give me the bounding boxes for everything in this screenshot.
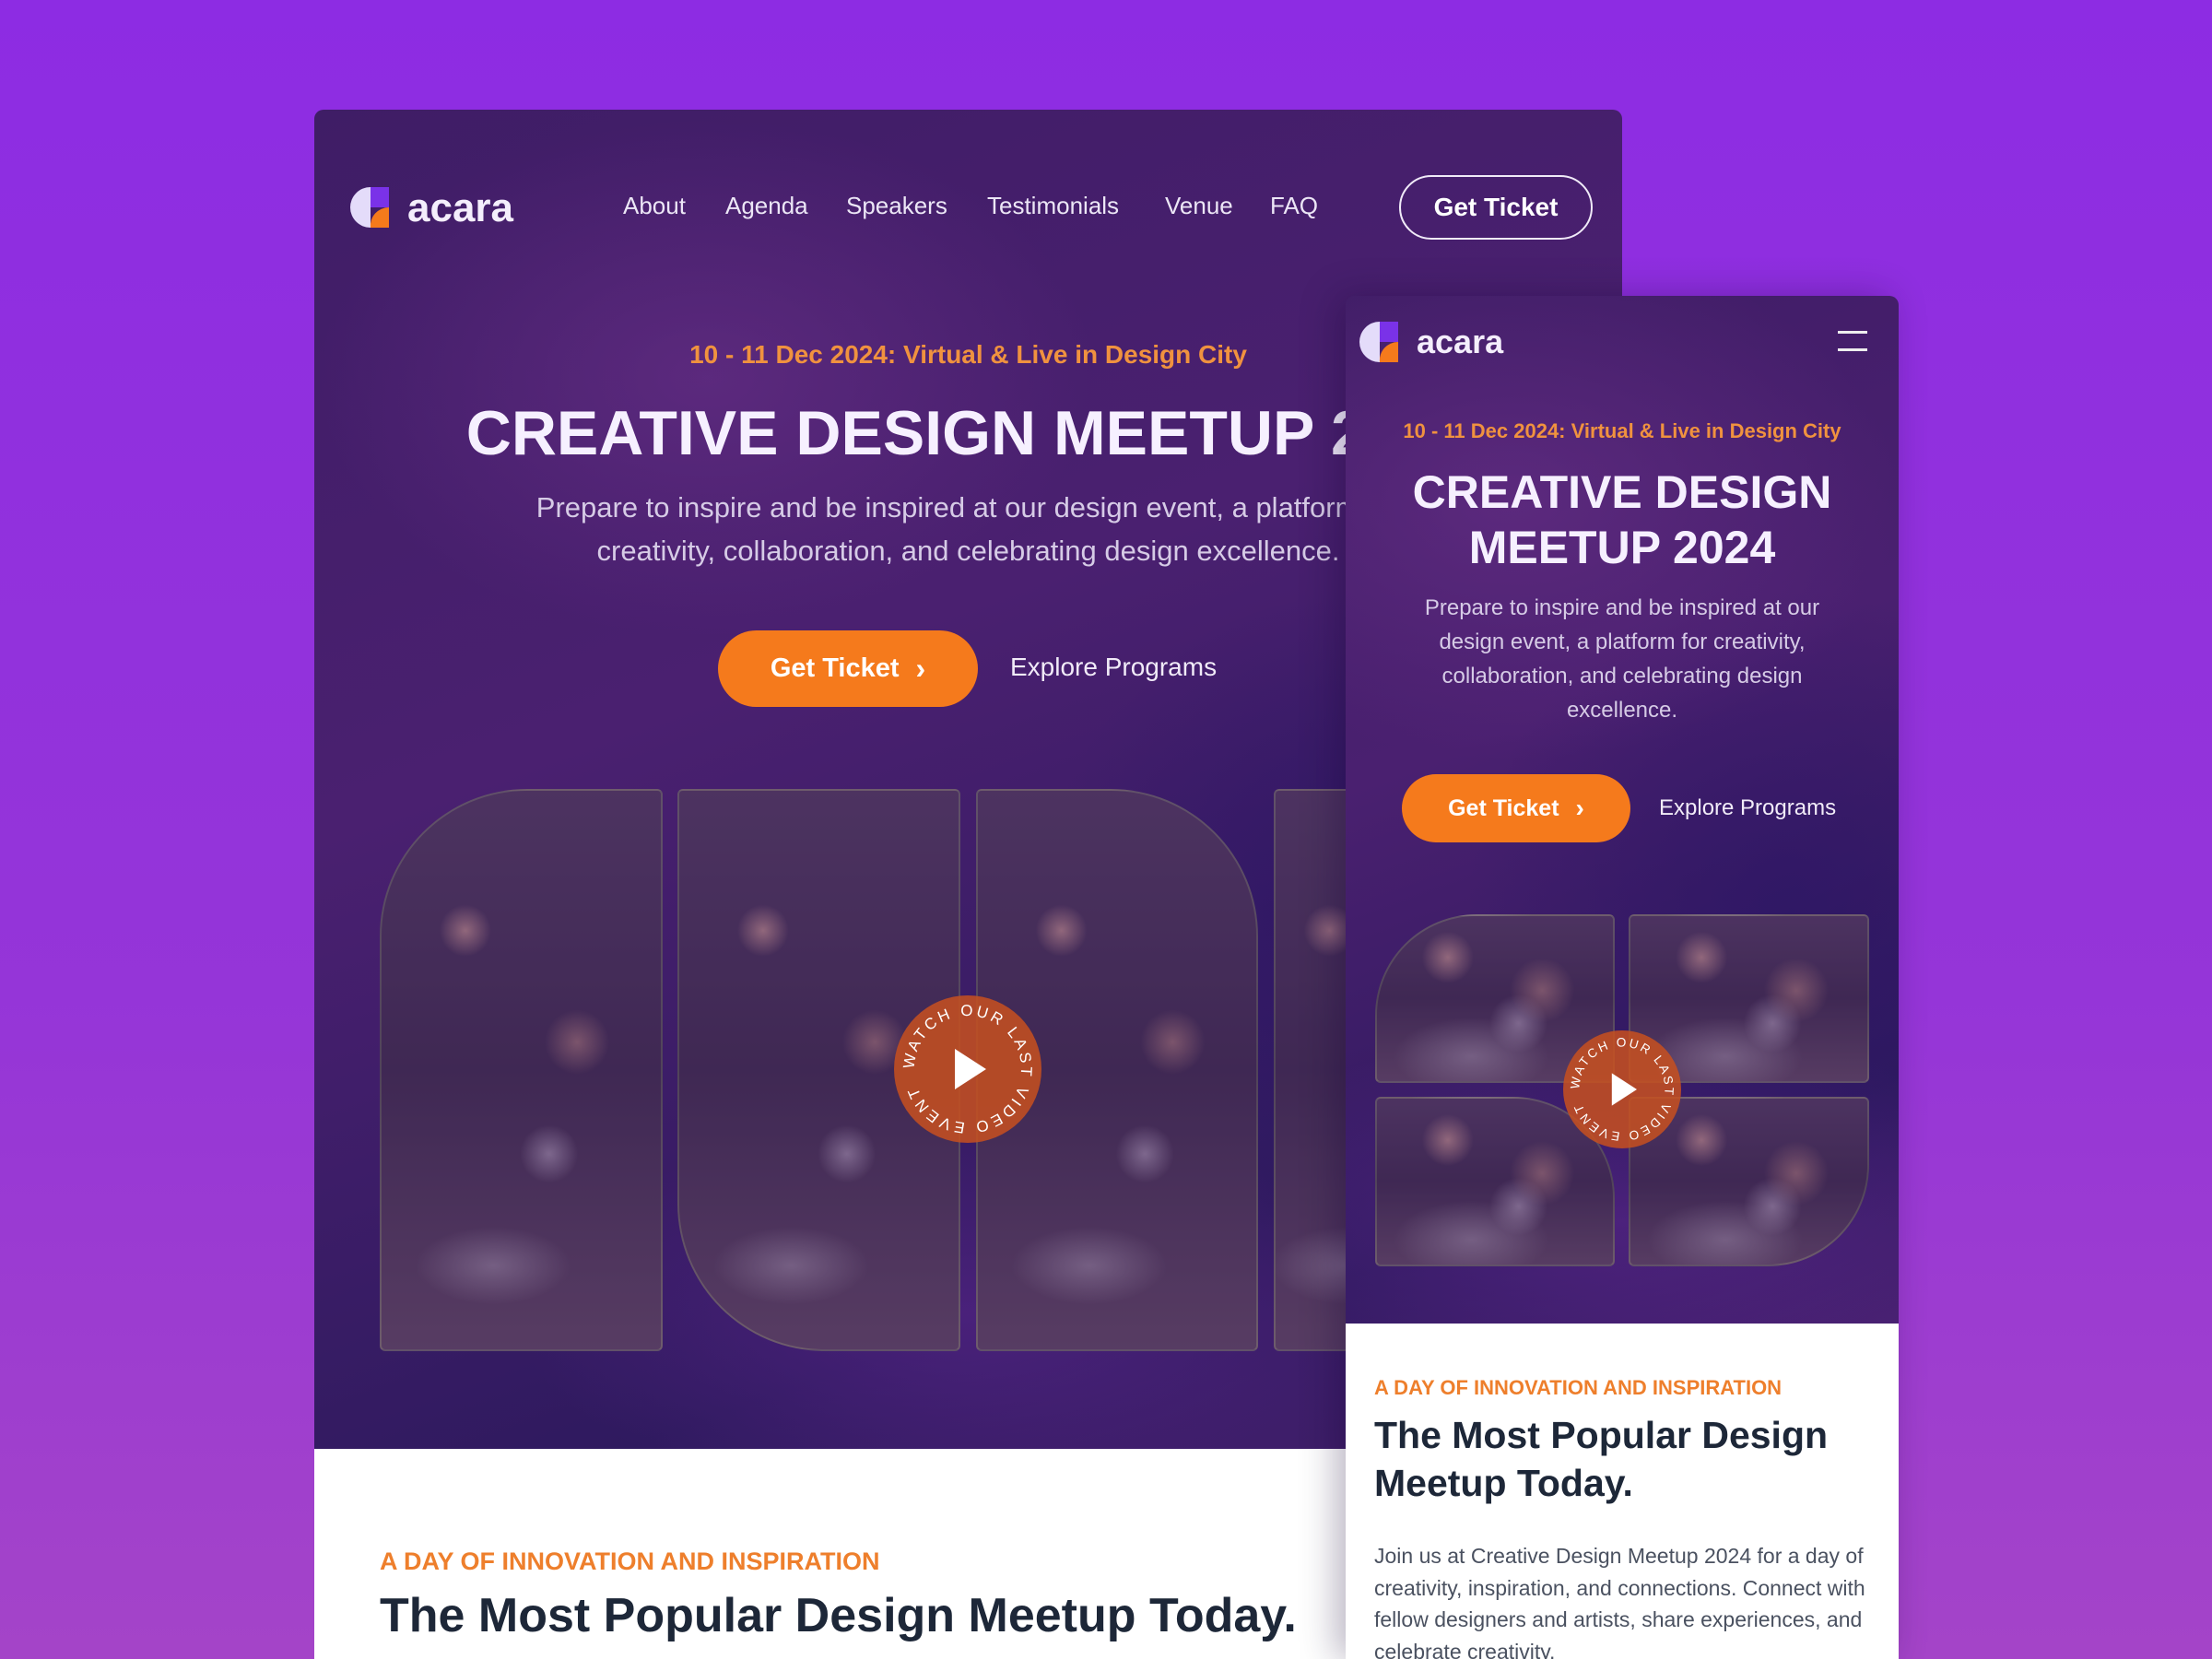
watch-video-badge[interactable]: WATCH OUR LAST VIDEO EVENT [894, 995, 1041, 1143]
get-ticket-label: Get Ticket [1448, 794, 1559, 821]
mobile-preview: acara 10 - 11 Dec 2024: Virtual & Live i… [1346, 296, 1899, 1659]
nav-about[interactable]: About [623, 192, 686, 220]
acara-logo-icon [1359, 322, 1398, 362]
mobile-section-paragraph: Join us at Creative Design Meetup 2024 f… [1374, 1544, 1865, 1659]
hamburger-menu-icon[interactable] [1838, 331, 1867, 351]
mobile-brand-name[interactable]: acara [1417, 323, 1503, 361]
section-heading: The Most Popular Design Meetup Today. [380, 1589, 1297, 1642]
mobile-event-date: 10 - 11 Dec 2024: Virtual & Live in Desi… [1403, 419, 1841, 442]
mobile-hero-title-line-2: MEETUP 2024 [1468, 522, 1776, 573]
nav-agenda[interactable]: Agenda [725, 192, 808, 220]
play-icon [1611, 1073, 1637, 1106]
mobile-get-ticket-button[interactable]: Get Ticket › [1402, 774, 1630, 842]
mobile-watch-video-badge[interactable]: WATCH OUR LAST VIDEO EVENT [1563, 1030, 1681, 1148]
mobile-hero-title-line-1: CREATIVE DESIGN [1412, 466, 1832, 518]
acara-logo-icon [350, 187, 389, 228]
chevron-right-icon: › [1575, 794, 1584, 822]
hero-get-ticket-button[interactable]: Get Ticket › [718, 630, 978, 707]
nav-testimonials[interactable]: Testimonials [987, 192, 1119, 220]
nav-faq[interactable]: FAQ [1270, 192, 1318, 220]
explore-programs-link[interactable]: Explore Programs [1010, 653, 1217, 682]
header-get-ticket-button[interactable]: Get Ticket [1399, 175, 1593, 240]
mobile-hero-description: Prepare to inspire and be inspired at ou… [1424, 595, 1820, 723]
nav-venue[interactable]: Venue [1165, 192, 1233, 220]
chevron-right-icon: › [915, 652, 926, 685]
nav-speakers[interactable]: Speakers [846, 192, 947, 220]
section-eyebrow: A DAY OF INNOVATION AND INSPIRATION [380, 1547, 880, 1575]
play-icon [955, 1049, 986, 1089]
mobile-section-eyebrow: A DAY OF INNOVATION AND INSPIRATION [1374, 1376, 1783, 1399]
mobile-explore-programs-link[interactable]: Explore Programs [1659, 795, 1836, 821]
event-photo-1 [380, 789, 663, 1351]
get-ticket-label: Get Ticket [770, 653, 900, 683]
brand-name[interactable]: acara [407, 185, 513, 231]
mobile-section-heading: The Most Popular Design Meetup Today. [1374, 1414, 1829, 1504]
